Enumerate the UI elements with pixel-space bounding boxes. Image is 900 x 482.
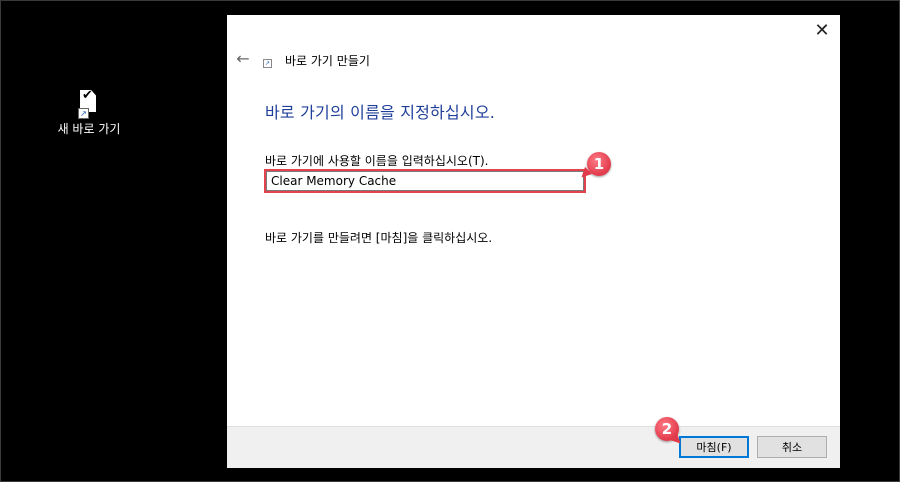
cancel-button[interactable]: 취소 bbox=[757, 436, 827, 458]
desktop-shortcut-label: 새 바로 가기 bbox=[57, 122, 121, 136]
close-button[interactable]: ✕ bbox=[812, 21, 832, 41]
finish-instruction: 바로 가기를 만들려면 [마침]을 클릭하십시오. bbox=[265, 231, 493, 245]
shortcut-name-input[interactable] bbox=[264, 169, 586, 193]
desktop-shortcut[interactable]: ✔ ↗ 새 바로 가기 bbox=[52, 88, 126, 137]
create-shortcut-dialog: ✕ ← ↗ 바로 가기 만들기 바로 가기의 이름을 지정하십시오. 바로 가기… bbox=[227, 15, 840, 468]
window-title: 바로 가기 만들기 bbox=[285, 54, 370, 68]
dialog-footer: 마침(F) 취소 bbox=[227, 426, 840, 468]
callout-badge-2: 2 bbox=[655, 417, 685, 448]
check-icon: ✔ bbox=[82, 88, 93, 103]
shortcut-arrow-icon: ↗ bbox=[78, 108, 89, 119]
finish-button[interactable]: 마침(F) bbox=[679, 436, 749, 458]
back-arrow-icon[interactable]: ← bbox=[233, 50, 253, 68]
callout-number: 1 bbox=[593, 155, 605, 173]
callout-number: 2 bbox=[661, 420, 673, 438]
name-field-label: 바로 가기에 사용할 이름을 입력하십시오(T). bbox=[265, 154, 489, 168]
shortcut-icon: ✔ ↗ bbox=[76, 88, 102, 119]
shortcut-small-icon: ↗ bbox=[263, 59, 272, 68]
page-heading: 바로 가기의 이름을 지정하십시오. bbox=[265, 103, 496, 122]
callout-badge-1: 1 bbox=[577, 152, 611, 182]
